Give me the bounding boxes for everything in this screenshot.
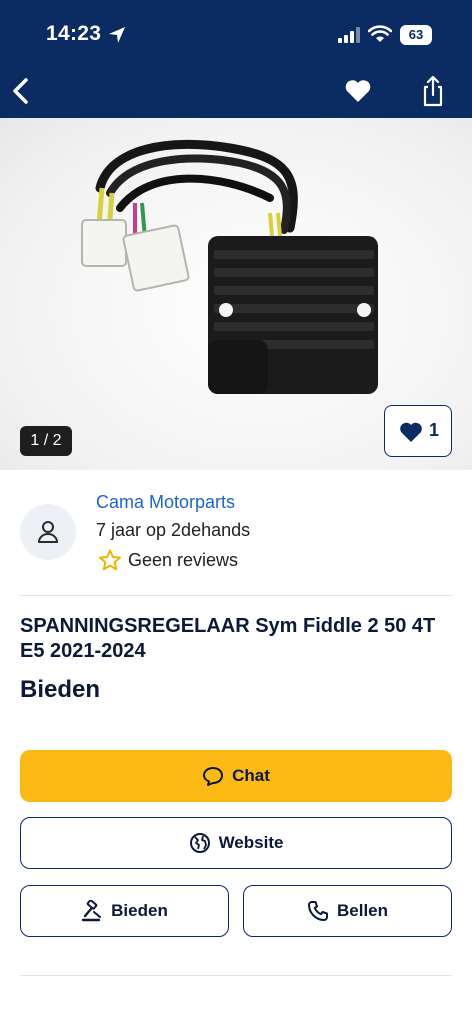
favorite-count: 1 (429, 420, 440, 440)
top-bar: 14:23 63 (0, 0, 472, 118)
auction-icon (81, 900, 102, 922)
website-button[interactable]: Website (20, 817, 452, 869)
bid-button[interactable]: Bieden (20, 885, 229, 937)
heart-icon[interactable] (344, 78, 372, 104)
star-icon (99, 549, 121, 571)
chat-button-label: Chat (232, 766, 270, 785)
divider (20, 595, 452, 596)
seller-membership: 7 jaar op 2dehands (96, 520, 251, 540)
heart-icon (400, 422, 422, 442)
seller-name-link[interactable]: Cama Motorparts (96, 492, 235, 513)
listing-price: Bieden (20, 676, 101, 703)
phone-icon (307, 901, 328, 921)
avatar[interactable] (20, 504, 76, 560)
product-photo[interactable]: 1 / 2 1 (0, 118, 472, 470)
status-bar: 14:23 63 (0, 0, 472, 68)
seller-reviews[interactable]: Geen reviews (128, 550, 238, 571)
back-icon[interactable] (8, 74, 34, 108)
call-button-label: Bellen (336, 901, 389, 920)
listing-title: SPANNINGSREGELAAR Sym Fiddle 2 50 4T E5 … (20, 615, 436, 662)
call-button[interactable]: Bellen (243, 885, 452, 937)
bid-button-label: Bieden (111, 901, 168, 920)
battery-level: 63 (400, 25, 432, 45)
listing-details: Cama Motorparts 7 jaar op 2dehands Geen … (0, 470, 472, 1024)
nav-bar (0, 68, 472, 118)
share-icon[interactable] (420, 74, 446, 108)
location-arrow-icon (109, 27, 125, 43)
chat-button[interactable]: Chat (20, 750, 452, 802)
favorite-button[interactable]: 1 (384, 405, 452, 457)
globe-icon (189, 833, 210, 853)
user-icon (38, 521, 58, 543)
website-button-label: Website (218, 833, 284, 852)
signal-icon (338, 27, 360, 43)
chat-icon (203, 767, 224, 786)
divider (20, 975, 452, 976)
image-counter: 1 / 2 (20, 426, 72, 456)
status-time: 14:23 (46, 22, 102, 45)
wifi-icon (368, 25, 392, 42)
